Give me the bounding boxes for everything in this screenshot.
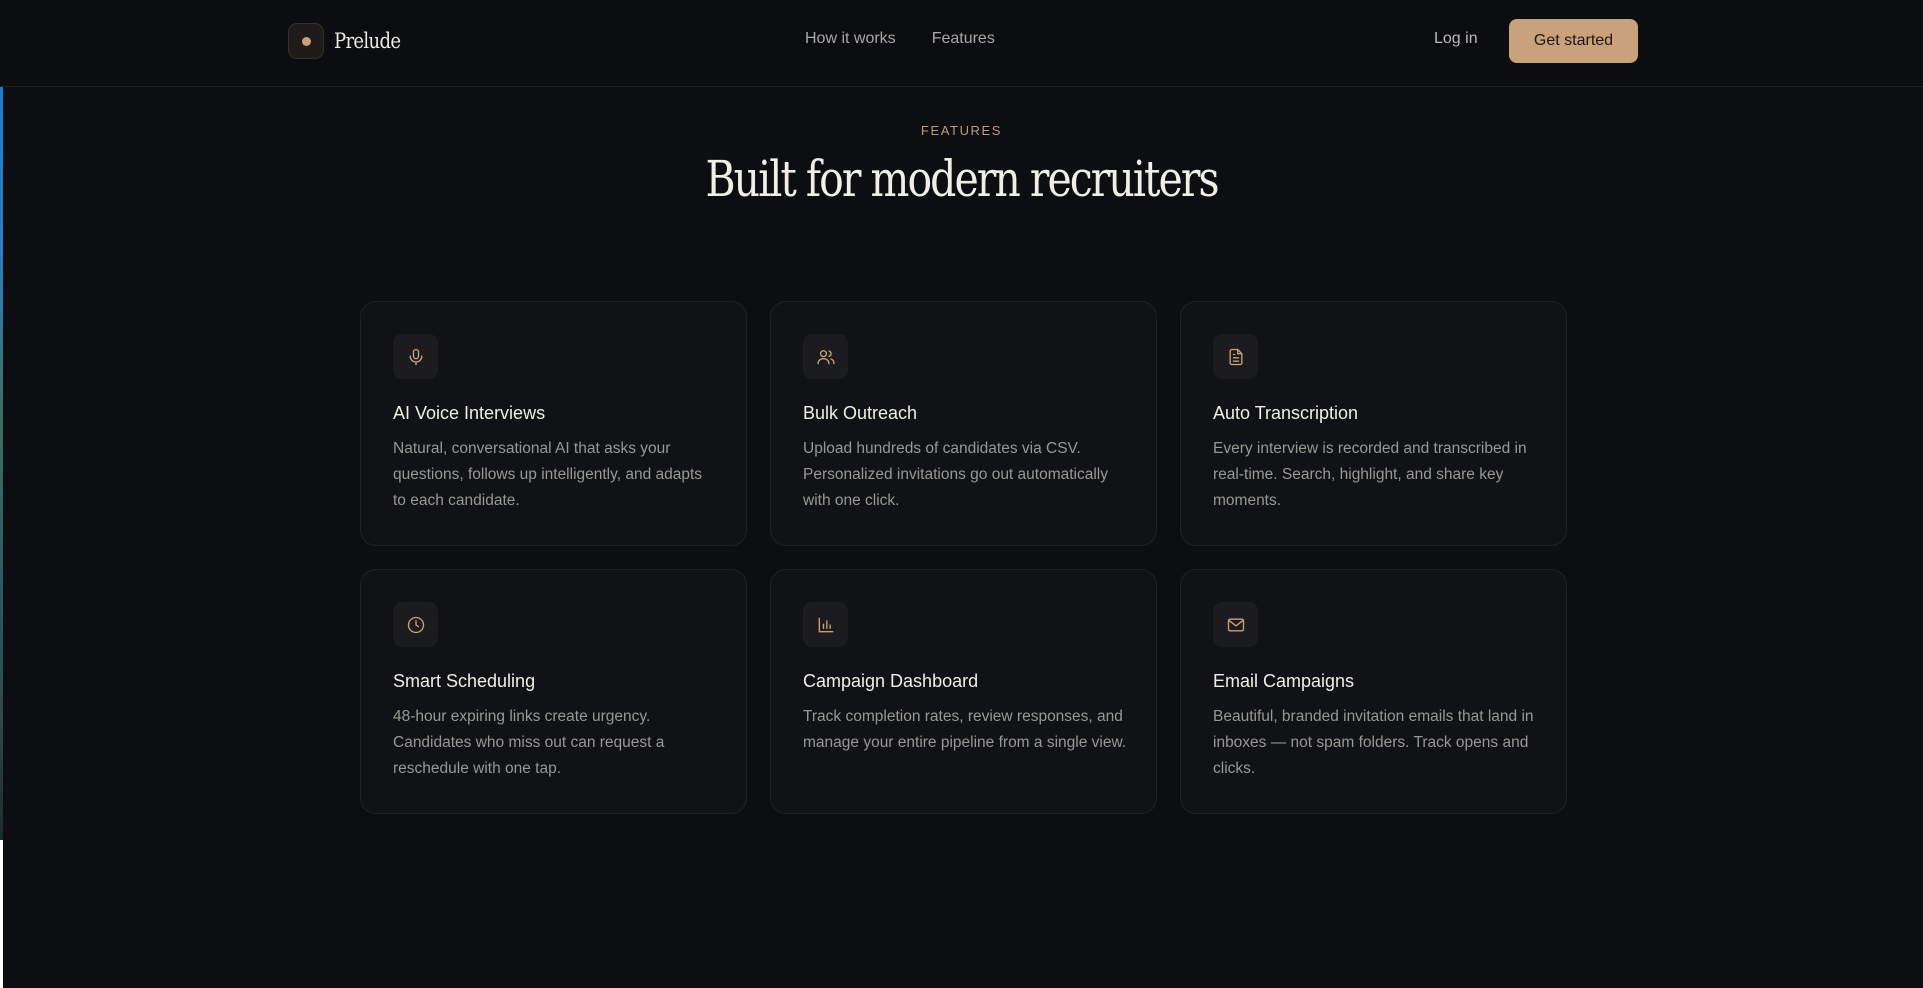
feature-title: Email Campaigns — [1213, 671, 1355, 691]
feature-card-bulk-outreach: Bulk Outreach Upload hundreds of candida… — [770, 301, 1157, 546]
feature-card-email-campaigns: Email Campaigns Beautiful, branded invit… — [1180, 569, 1567, 814]
feature-title: Bulk Outreach — [803, 403, 918, 423]
nav-item-features[interactable]: Features — [932, 30, 995, 48]
feature-description: Every interview is recorded and transcri… — [1213, 440, 1527, 509]
nav-item-how-it-works[interactable]: How it works — [805, 30, 896, 48]
document-icon — [1213, 334, 1258, 379]
users-icon — [803, 334, 848, 379]
logo-mark-icon — [288, 23, 324, 59]
clock-icon — [393, 602, 438, 647]
feature-card-ai-voice-interviews: AI Voice Interviews Natural, conversatio… — [360, 301, 747, 546]
window-edge-blank — [0, 840, 3, 988]
logo-dot — [301, 36, 311, 46]
features-grid: AI Voice Interviews Natural, conversatio… — [360, 301, 1567, 814]
mail-icon — [1213, 602, 1258, 647]
feature-description: Natural, conversational AI that asks you… — [393, 440, 703, 509]
feature-description: Beautiful, branded invitation emails tha… — [1213, 708, 1534, 777]
main-nav: How it works Features — [805, 30, 995, 48]
feature-card-smart-scheduling: Smart Scheduling 48-hour expiring links … — [360, 569, 747, 814]
page: Prelude How it works Features Log in Get… — [0, 0, 1923, 988]
bar-chart-icon — [803, 602, 848, 647]
feature-card-auto-transcription: Auto Transcription Every interview is re… — [1180, 301, 1567, 546]
feature-description: Track completion rates, review responses… — [803, 708, 1127, 751]
feature-description: Upload hundreds of candidates via CSV. P… — [803, 440, 1109, 509]
get-started-button[interactable]: Get started — [1509, 19, 1638, 63]
brand-logo[interactable]: Prelude — [288, 23, 411, 59]
feature-description: 48-hour expiring links create urgency. C… — [393, 708, 665, 777]
feature-title: Smart Scheduling — [393, 671, 536, 691]
section-eyebrow: FEATURES — [920, 123, 1003, 138]
brand-name: Prelude — [334, 29, 401, 53]
section-title: Built for modern recruiters — [705, 150, 1219, 208]
feature-title: AI Voice Interviews — [393, 403, 546, 423]
feature-title: Campaign Dashboard — [803, 671, 979, 691]
login-link[interactable]: Log in — [1434, 30, 1478, 48]
microphone-icon — [393, 334, 438, 379]
feature-title: Auto Transcription — [1213, 403, 1359, 423]
feature-card-campaign-dashboard: Campaign Dashboard Track completion rate… — [770, 569, 1157, 814]
site-header: Prelude How it works Features Log in Get… — [0, 0, 1923, 87]
